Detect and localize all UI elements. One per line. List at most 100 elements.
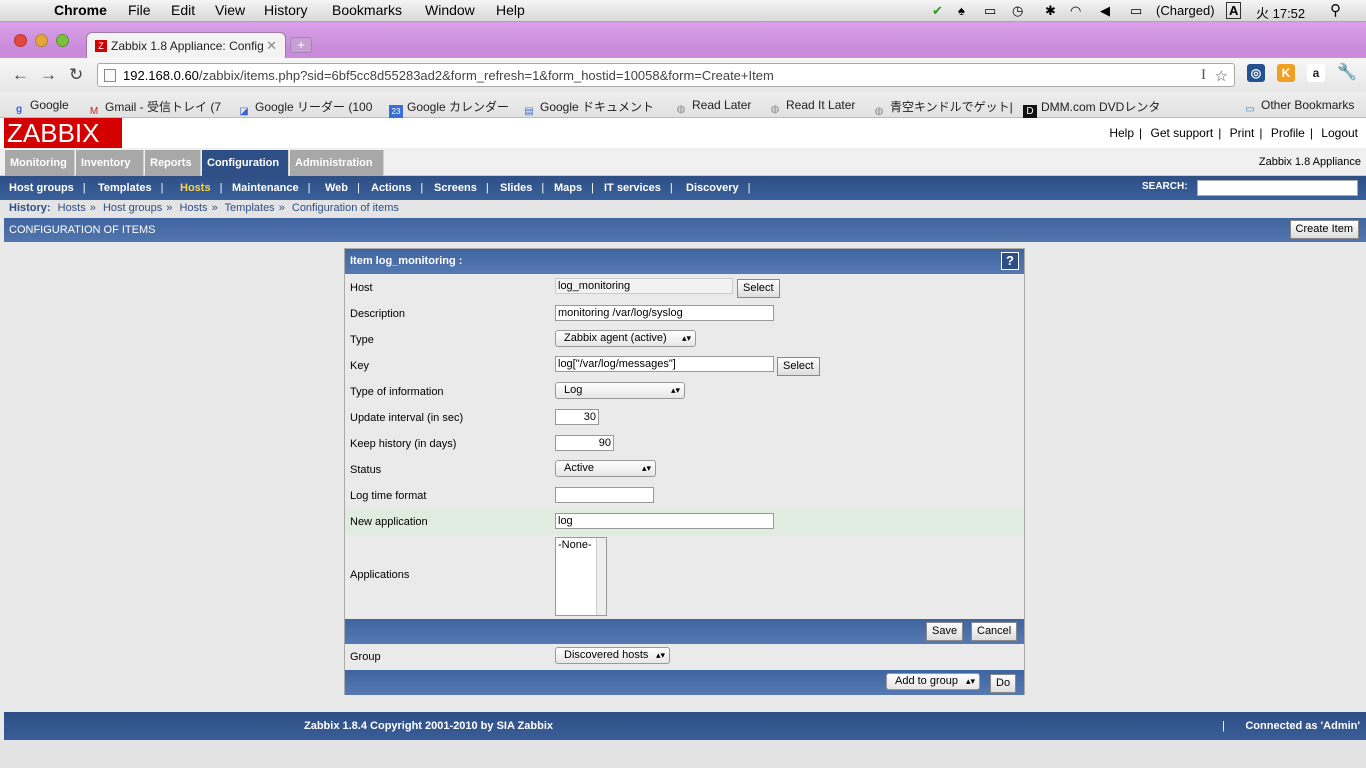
host-select-button[interactable]: Select — [737, 279, 780, 298]
description-input[interactable]: monitoring /var/log/syslog — [555, 305, 774, 321]
bookmark-gmail[interactable]: M Gmail - 受信トレイ (7 — [87, 98, 221, 119]
sub-slides[interactable]: Slides | — [500, 182, 544, 194]
close-window-button[interactable] — [14, 34, 27, 47]
volume-icon[interactable]: ◀ — [1100, 3, 1110, 19]
sub-discovery[interactable]: Discovery | — [686, 182, 750, 194]
logout-link[interactable]: Logout — [1321, 126, 1358, 140]
sub-actions[interactable]: Actions | — [371, 182, 423, 194]
bluetooth-icon[interactable]: ✱ — [1045, 3, 1056, 19]
row-update-interval: Update interval (in sec) 30 — [345, 405, 1024, 431]
sub-web[interactable]: Web | — [325, 182, 360, 194]
evernote-icon[interactable]: ♠ — [958, 3, 965, 18]
sub-it-services[interactable]: IT services | — [604, 182, 673, 194]
listbox-scrollbar[interactable] — [596, 538, 606, 615]
sub-hosts[interactable]: Hosts | — [180, 182, 222, 194]
globe-icon: ◍ — [676, 104, 686, 115]
search-input[interactable] — [1197, 180, 1358, 196]
menu-app-name[interactable]: Chrome — [54, 2, 107, 18]
bookmark-google-docs[interactable]: ▤ Google ドキュメント — [522, 98, 654, 119]
menu-view[interactable]: View — [215, 2, 245, 18]
sub-templates[interactable]: Templates | — [98, 182, 163, 194]
sub-screens[interactable]: Screens | — [434, 182, 489, 194]
history-link-host-groups[interactable]: Host groups — [103, 202, 162, 214]
tab-configuration[interactable]: Configuration — [202, 150, 289, 176]
sub-maps[interactable]: Maps | — [554, 182, 594, 194]
menu-bookmarks[interactable]: Bookmarks — [332, 2, 402, 18]
type-of-information-select[interactable]: Log ▴▾ — [555, 382, 685, 399]
type-select[interactable]: Zabbix agent (active) ▴▾ — [555, 330, 696, 347]
browser-tab[interactable]: Z Zabbix 1.8 Appliance: Config ✕ — [86, 32, 286, 58]
get-support-link[interactable]: Get support — [1150, 126, 1213, 140]
forward-icon[interactable]: → — [40, 65, 57, 85]
clock[interactable]: 火 17:52 — [1256, 3, 1305, 22]
row-applications: Applications — [345, 535, 1024, 617]
save-button[interactable]: Save — [926, 622, 964, 641]
history-link-hosts-2[interactable]: Hosts — [179, 202, 207, 214]
new-tab-button[interactable]: + — [290, 37, 312, 53]
bookmark-google-calendar[interactable]: 23 Google カレンダー — [389, 98, 509, 119]
tab-administration[interactable]: Administration — [290, 150, 384, 176]
bookmark-read-it-later[interactable]: ◍ Read It Later — [768, 98, 856, 117]
do-button[interactable]: Do — [990, 674, 1017, 693]
bookmark-google[interactable]: g Google — [12, 98, 69, 117]
status-check-icon[interactable]: ✔ — [932, 3, 943, 19]
key-select-button[interactable]: Select — [777, 357, 820, 376]
applications-option[interactable]: -None- — [556, 538, 596, 552]
amazon-extension-icon[interactable]: a — [1307, 64, 1325, 82]
url-path: /zabbix/items.php?sid=6bf5cc8d55283ad2&f… — [198, 68, 774, 83]
spotlight-search-icon[interactable]: ⚲ — [1330, 1, 1341, 19]
sub-host-groups[interactable]: Host groups | — [9, 182, 86, 194]
tab-monitoring[interactable]: Monitoring — [5, 150, 75, 176]
bookmark-read-later[interactable]: ◍ Read Later — [674, 98, 752, 117]
menu-edit[interactable]: Edit — [171, 2, 195, 18]
reload-icon[interactable]: ↻ — [69, 65, 83, 85]
back-icon[interactable]: ← — [12, 65, 29, 85]
time-machine-icon[interactable]: ◷ — [1012, 3, 1023, 19]
wifi-icon[interactable]: ◠ — [1070, 3, 1081, 19]
group-select[interactable]: Discovered hosts ▴▾ — [555, 647, 670, 664]
help-link[interactable]: Help — [1109, 126, 1134, 140]
address-bar[interactable]: 192.168.0.60/zabbix/items.php?sid=6bf5cc… — [97, 63, 1235, 87]
sub-maintenance[interactable]: Maintenance | — [232, 182, 311, 194]
wrench-menu-icon[interactable]: 🔧 — [1337, 64, 1357, 82]
bookmark-star-icon[interactable]: ☆ — [1215, 67, 1228, 85]
status-select[interactable]: Active ▴▾ — [555, 460, 656, 477]
zabbix-logo[interactable]: ZABBIX — [4, 118, 122, 148]
speed-dial-extension-icon[interactable]: ◎ — [1247, 64, 1265, 82]
input-method-icon[interactable]: A — [1226, 2, 1242, 19]
bookmark-google-reader[interactable]: ◪ Google リーダー (100 — [237, 98, 372, 119]
menu-history[interactable]: History — [264, 2, 308, 18]
form-action-bar: Save Cancel — [345, 619, 1024, 644]
close-tab-icon[interactable]: ✕ — [266, 38, 277, 54]
history-link-config-items[interactable]: Configuration of items — [292, 202, 399, 214]
history-link-hosts[interactable]: Hosts — [58, 202, 86, 214]
create-item-button[interactable]: Create Item — [1289, 220, 1359, 239]
display-icon[interactable]: ▭ — [984, 3, 996, 19]
menu-window[interactable]: Window — [425, 2, 475, 18]
bookmark-dmm[interactable]: D DMM.com DVDレンタ — [1023, 98, 1160, 119]
bookmark-aozora[interactable]: ◍ 青空キンドルでゲット| — [872, 98, 1012, 119]
cancel-button[interactable]: Cancel — [971, 622, 1018, 641]
zoom-window-button[interactable] — [56, 34, 69, 47]
tab-reports[interactable]: Reports — [145, 150, 201, 176]
tab-inventory[interactable]: Inventory — [76, 150, 144, 176]
k-extension-icon[interactable]: K — [1277, 64, 1295, 82]
key-input[interactable]: log["/var/log/messages"] — [555, 356, 774, 372]
other-bookmarks[interactable]: ▭ Other Bookmarks — [1243, 98, 1354, 117]
log-time-format-input[interactable] — [555, 487, 654, 503]
history-link-templates[interactable]: Templates — [225, 202, 275, 214]
menu-help[interactable]: Help — [496, 2, 525, 18]
profile-link[interactable]: Profile — [1271, 126, 1305, 140]
battery-icon[interactable]: ▭ — [1130, 3, 1142, 19]
keep-history-input[interactable]: 90 — [555, 435, 614, 451]
sub-navigation: Host groups | Templates | Hosts | Maintenan… — [0, 176, 1366, 200]
new-application-input[interactable]: log — [555, 513, 774, 529]
select-arrows-icon: ▴▾ — [641, 463, 651, 473]
add-to-group-select[interactable]: Add to group ▴▾ — [886, 673, 980, 690]
applications-listbox[interactable]: -None- — [555, 537, 607, 616]
minimize-window-button[interactable] — [35, 34, 48, 47]
menu-file[interactable]: File — [128, 2, 151, 18]
update-interval-input[interactable]: 30 — [555, 409, 599, 425]
print-link[interactable]: Print — [1230, 126, 1255, 140]
help-icon[interactable]: ? — [1001, 252, 1019, 270]
